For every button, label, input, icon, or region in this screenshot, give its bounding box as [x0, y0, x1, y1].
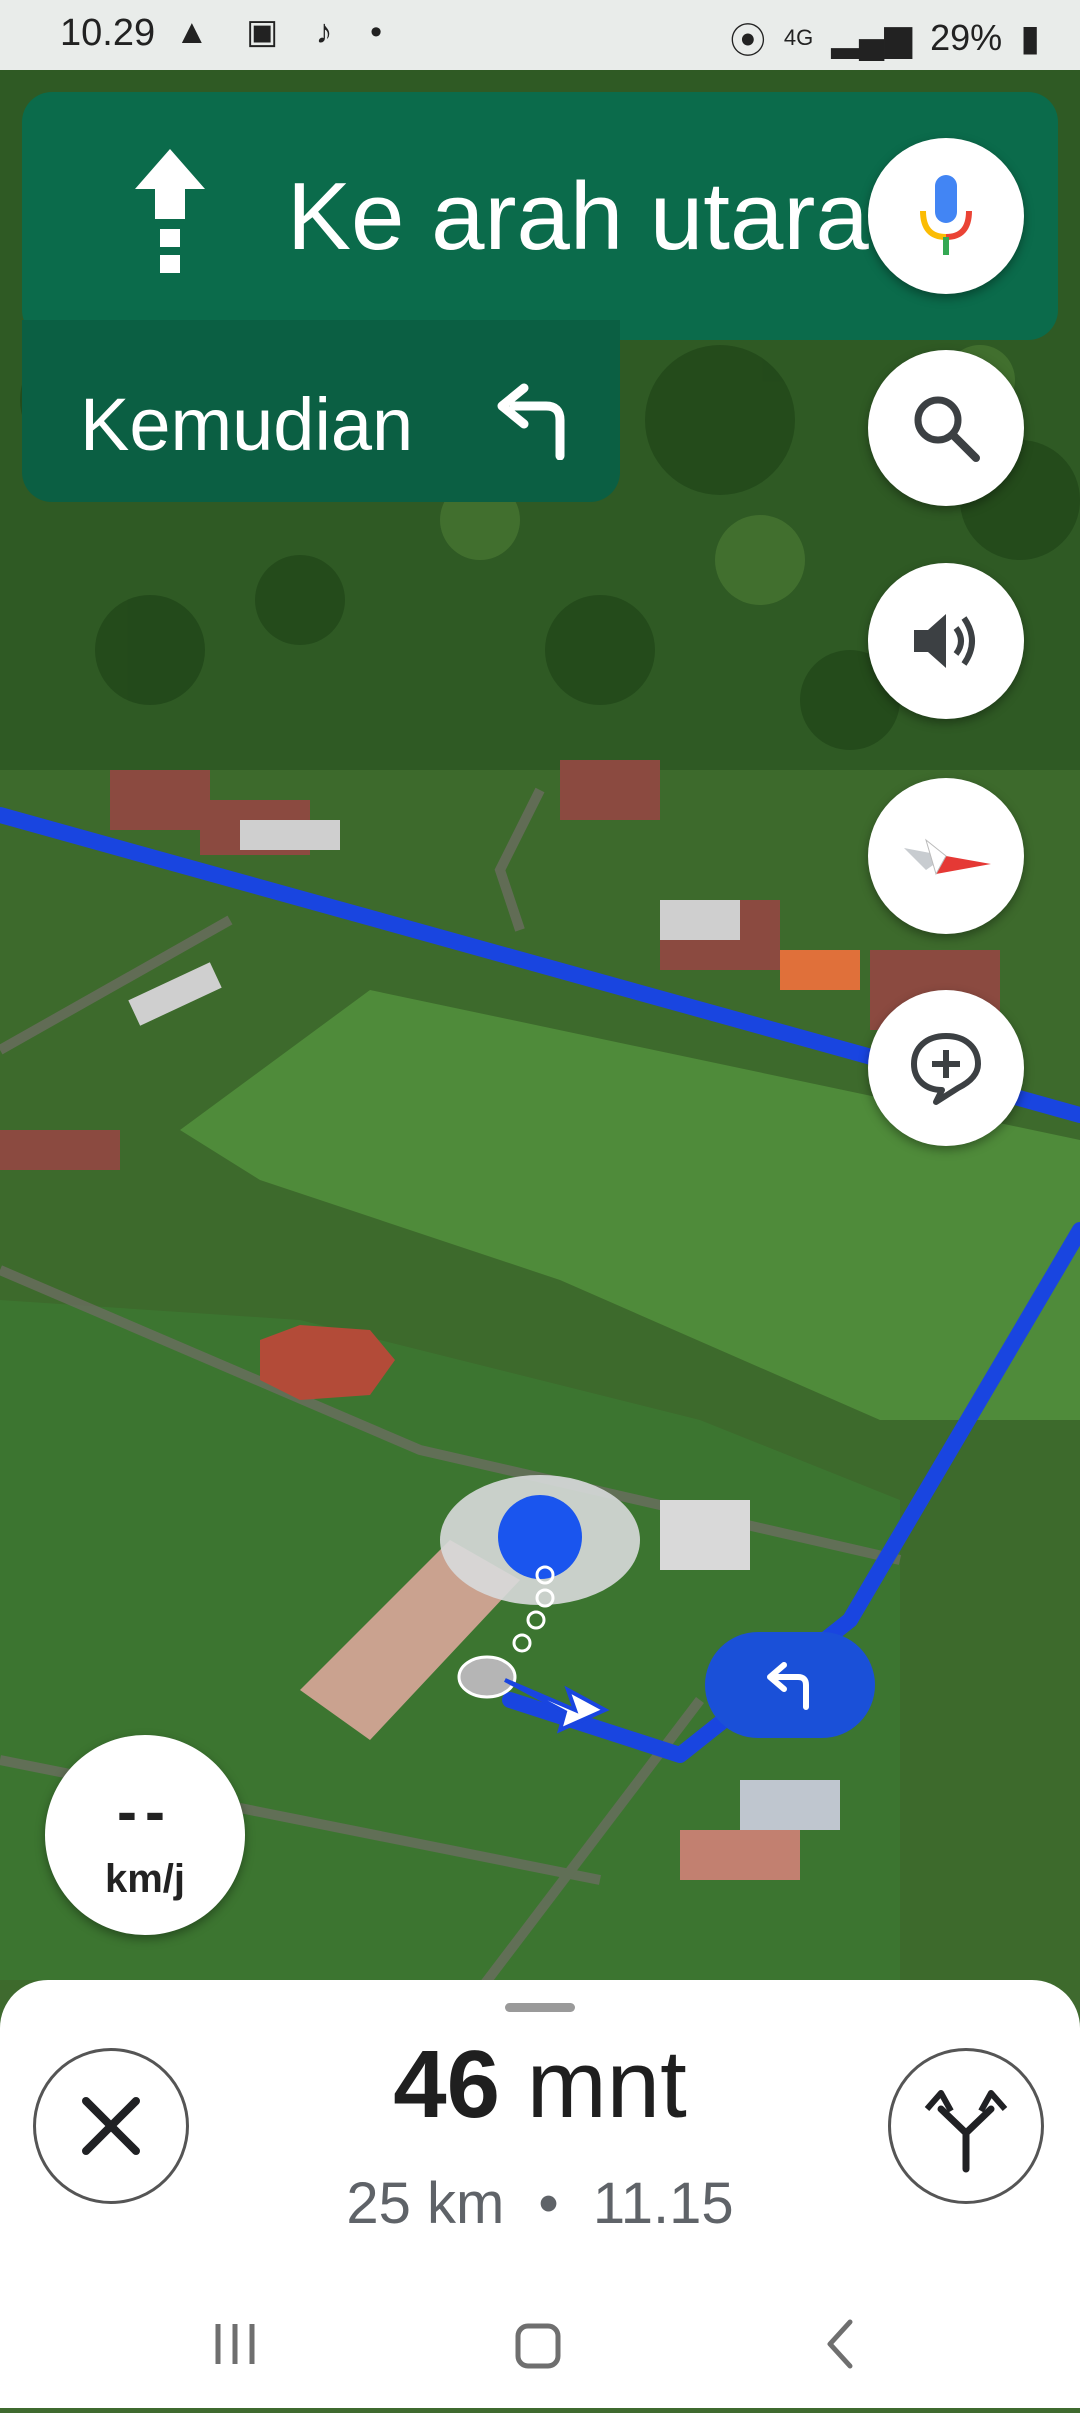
- turn-left-icon: [497, 383, 565, 460]
- status-bar: 10.29 ▲ ▣ ♪ • ⦿ 4G ▂▄▆ 29% ▮: [0, 0, 1080, 70]
- turn-left-icon: [767, 1662, 809, 1710]
- direction-text: Ke arah utara: [287, 163, 869, 270]
- recent-apps-icon[interactable]: [215, 2324, 255, 2364]
- search-icon: [914, 396, 980, 462]
- next-instruction-card[interactable]: Kemudian: [22, 320, 620, 502]
- trip-distance: 25 km: [346, 2171, 505, 2236]
- network-label: 4G: [783, 25, 814, 50]
- home-icon[interactable]: [515, 2323, 561, 2369]
- add-report-button[interactable]: [868, 990, 1024, 1146]
- speedometer: -- km/j: [45, 1735, 245, 1935]
- duration-value: 46: [393, 2031, 501, 2138]
- battery-label: 29%: [930, 17, 1003, 58]
- current-location-dot: [498, 1495, 582, 1579]
- alternate-routes-icon: [924, 2090, 1008, 2173]
- status-time: 10.29: [60, 12, 156, 54]
- compass-button[interactable]: [868, 778, 1024, 934]
- speed-value: --: [117, 1778, 173, 1845]
- location-icon: ⦿: [729, 20, 766, 61]
- next-label: Kemudian: [80, 383, 414, 466]
- sound-button[interactable]: [868, 563, 1024, 719]
- voice-search-button[interactable]: [868, 138, 1024, 294]
- compass-icon: [904, 838, 991, 876]
- notification-icons: ▲ ▣ ♪ •: [175, 13, 397, 51]
- search-button[interactable]: [868, 350, 1024, 506]
- arrival-time: 11.15: [592, 2171, 734, 2236]
- mic-icon: [920, 175, 972, 255]
- alternate-routes-button[interactable]: [888, 2048, 1044, 2204]
- trip-separator: •: [538, 2171, 559, 2236]
- status-right: ⦿ 4G ▂▄▆ 29% ▮: [730, 12, 1040, 64]
- straight-arrow-icon: [135, 149, 205, 273]
- battery-icon: ▮: [1020, 17, 1040, 58]
- sound-icon: [914, 614, 975, 668]
- sheet-drag-handle[interactable]: [505, 2003, 575, 2012]
- system-navigation-bar: [0, 2290, 1080, 2408]
- duration-unit: mnt: [526, 2031, 687, 2138]
- signal-icon: ▂▄▆: [831, 17, 913, 58]
- next-turn-badge: [705, 1632, 875, 1738]
- back-icon[interactable]: [827, 2319, 853, 2369]
- speed-unit: km/j: [104, 1857, 186, 1901]
- add-report-icon: [911, 1033, 981, 1105]
